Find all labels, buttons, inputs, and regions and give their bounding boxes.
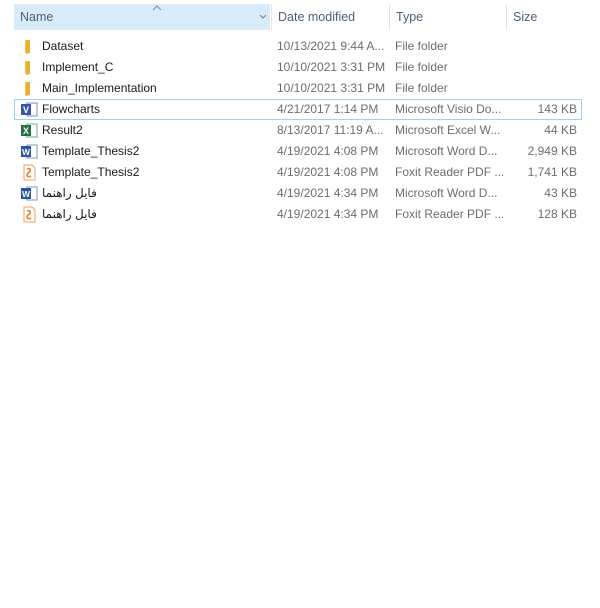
column-header-name[interactable]: Name <box>14 4 270 30</box>
file-size <box>507 36 577 57</box>
svg-text:X: X <box>23 126 29 136</box>
file-type: Microsoft Visio Do... <box>395 102 502 116</box>
file-row[interactable]: W Template_Thesis2 4/19/2021 4:08 PM Mic… <box>0 141 600 162</box>
column-header-bar: Name Date modified Type Size <box>0 0 600 34</box>
column-header-type-label: Type <box>396 10 424 24</box>
file-size: 143 KB <box>537 102 577 116</box>
file-list: Dataset 10/13/2021 9:44 A... File folder… <box>0 36 600 225</box>
file-size <box>507 78 577 99</box>
file-name: Template_Thesis2 <box>42 165 140 179</box>
file-name: Implement_C <box>42 60 114 74</box>
file-type: Foxit Reader PDF ... <box>395 165 503 179</box>
file-name: Result2 <box>42 123 83 137</box>
file-name: Dataset <box>42 39 84 53</box>
svg-text:W: W <box>22 147 31 157</box>
file-type: File folder <box>395 39 448 53</box>
file-date-modified: 4/21/2017 1:14 PM <box>277 102 379 116</box>
folder-icon <box>20 59 38 76</box>
file-name: Main_Implementation <box>42 81 157 95</box>
column-header-size-label: Size <box>513 10 538 24</box>
file-size: 128 KB <box>537 207 577 221</box>
folder-icon <box>20 38 38 55</box>
file-row[interactable]: V Flowcharts 4/21/2017 1:14 PM Microsoft… <box>0 99 600 120</box>
word-icon: W <box>20 143 38 160</box>
file-date-modified: 10/13/2021 9:44 A... <box>277 39 385 53</box>
file-type: Microsoft Word D... <box>395 144 498 158</box>
file-date-modified: 4/19/2021 4:34 PM <box>277 186 379 200</box>
sort-ascending-icon <box>152 5 162 11</box>
file-type: Microsoft Excel W... <box>395 123 501 137</box>
file-row[interactable]: Main_Implementation 10/10/2021 3:31 PM F… <box>0 78 600 99</box>
file-row[interactable]: Dataset 10/13/2021 9:44 A... File folder <box>0 36 600 57</box>
file-date-modified: 10/10/2021 3:31 PM <box>277 60 385 74</box>
file-size: 43 KB <box>544 186 577 200</box>
file-date-modified: 4/19/2021 4:08 PM <box>277 165 379 179</box>
file-row[interactable]: فایل راهنما 4/19/2021 4:34 PM Foxit Read… <box>0 204 600 225</box>
visio-icon: V <box>20 101 38 118</box>
file-date-modified: 4/19/2021 4:08 PM <box>277 144 379 158</box>
file-type: Foxit Reader PDF ... <box>395 207 503 221</box>
svg-text:W: W <box>22 189 31 199</box>
file-row[interactable]: Template_Thesis2 4/19/2021 4:08 PM Foxit… <box>0 162 600 183</box>
column-header-size[interactable]: Size <box>507 4 590 30</box>
file-row[interactable]: X Result2 8/13/2017 11:19 A... Microsoft… <box>0 120 600 141</box>
file-name: فایل راهنما <box>42 186 97 200</box>
file-size: 2,949 KB <box>527 144 577 158</box>
file-row[interactable]: Implement_C 10/10/2021 3:31 PM File fold… <box>0 57 600 78</box>
svg-text:V: V <box>23 105 29 115</box>
file-date-modified: 10/10/2021 3:31 PM <box>277 81 385 95</box>
column-header-type[interactable]: Type <box>390 4 507 30</box>
file-type: File folder <box>395 60 448 74</box>
file-name: Flowcharts <box>42 102 101 116</box>
file-size: 1,741 KB <box>527 165 577 179</box>
pdf-icon <box>20 206 38 223</box>
file-name: فایل راهنما <box>42 207 97 221</box>
file-size: 44 KB <box>544 123 577 137</box>
column-header-date-label: Date modified <box>278 10 356 24</box>
file-type: Microsoft Word D... <box>395 186 498 200</box>
file-date-modified: 4/19/2021 4:34 PM <box>277 207 379 221</box>
pdf-icon <box>20 164 38 181</box>
chevron-down-icon[interactable] <box>258 12 268 22</box>
file-date-modified: 8/13/2017 11:19 A... <box>277 123 384 137</box>
column-header-date-modified[interactable]: Date modified <box>272 4 389 30</box>
file-explorer-details-view: Name Date modified Type Size Dataset 10/… <box>0 0 600 608</box>
file-type: File folder <box>395 81 448 95</box>
file-size <box>507 57 577 78</box>
column-header-name-label: Name <box>20 10 54 24</box>
file-row[interactable]: W فایل راهنما 4/19/2021 4:34 PM Microsof… <box>0 183 600 204</box>
file-name: Template_Thesis2 <box>42 144 140 158</box>
excel-icon: X <box>20 122 38 139</box>
folder-icon <box>20 80 38 97</box>
word-icon: W <box>20 185 38 202</box>
